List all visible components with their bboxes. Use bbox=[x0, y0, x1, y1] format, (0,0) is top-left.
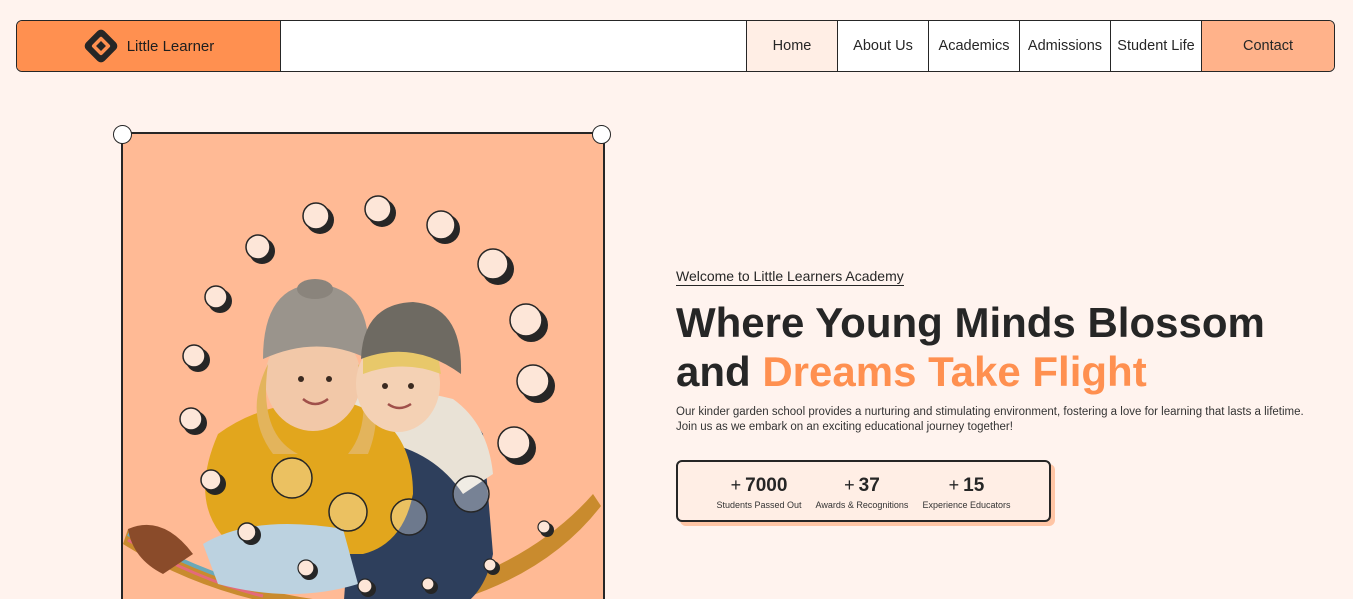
stat-value: 37 bbox=[858, 475, 880, 496]
welcome-tagline: Welcome to Little Learners Academy bbox=[676, 268, 904, 286]
stat-students: +7000 Students Passed Out bbox=[714, 474, 803, 520]
frame-corner-handle bbox=[113, 125, 132, 144]
plus-icon: + bbox=[844, 475, 855, 495]
stat-awards: +37 Awards & Recognitions bbox=[814, 474, 911, 520]
nav-item-home[interactable]: Home bbox=[747, 21, 838, 71]
frame-corner-handle bbox=[592, 125, 611, 144]
hero-image bbox=[123, 195, 601, 599]
stats-card: +7000 Students Passed Out +37 Awards & R… bbox=[676, 460, 1051, 522]
headline-line-1: Where Young Minds Blossom bbox=[676, 299, 1265, 346]
nav-item-academics[interactable]: Academics bbox=[929, 21, 1020, 71]
headline-accent: Dreams Take Flight bbox=[762, 348, 1147, 395]
nav-item-about-us[interactable]: About Us bbox=[838, 21, 929, 71]
hero-description: Our kinder garden school provides a nurt… bbox=[676, 406, 1304, 433]
plus-icon: + bbox=[730, 475, 742, 495]
stat-value: 15 bbox=[963, 475, 985, 496]
stat-label: Experience Educators bbox=[922, 500, 1011, 510]
hero-headline: Where Young Minds Blossom and Dreams Tak… bbox=[676, 298, 1265, 396]
brand-name: Little Learner bbox=[126, 37, 215, 55]
headline-and: and bbox=[676, 348, 751, 395]
girl-jeans bbox=[203, 524, 358, 594]
stat-label: Students Passed Out bbox=[716, 500, 802, 510]
stat-label: Awards & Recognitions bbox=[815, 500, 909, 510]
diamond-logo-icon bbox=[84, 29, 118, 63]
stat-value: 7000 bbox=[745, 475, 788, 496]
navbar: Little Learner Home About Us Academics A… bbox=[16, 20, 1335, 72]
nav-item-admissions[interactable]: Admissions bbox=[1020, 21, 1111, 71]
stat-educators: +15 Experience Educators bbox=[920, 474, 1012, 520]
contact-button[interactable]: Contact bbox=[1202, 21, 1334, 71]
brand[interactable]: Little Learner bbox=[17, 21, 281, 71]
hero-image-frame bbox=[121, 132, 605, 599]
nav-item-student-life[interactable]: Student Life bbox=[1111, 21, 1202, 71]
nav-spacer bbox=[281, 21, 747, 71]
plus-icon: + bbox=[948, 475, 960, 495]
